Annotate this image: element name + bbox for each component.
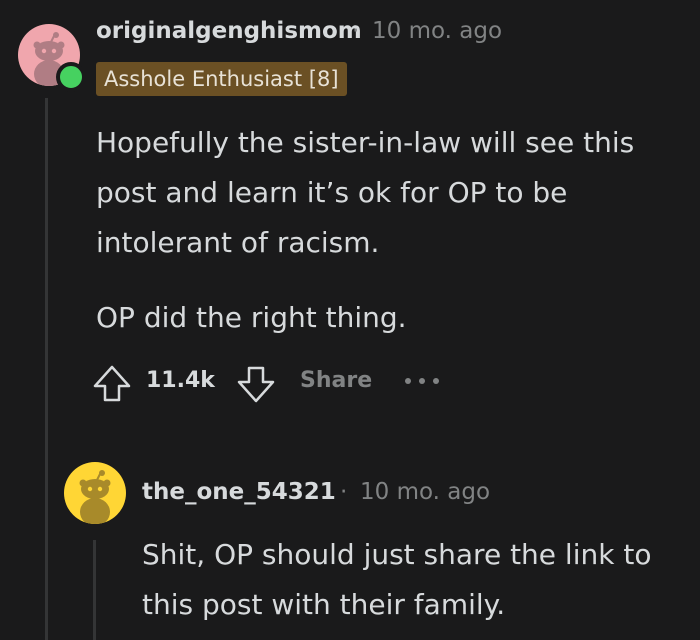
meta-separator: · <box>340 479 348 505</box>
snoo-avatar-icon <box>79 470 111 524</box>
avatar[interactable] <box>64 462 126 524</box>
reply-timestamp[interactable]: 10 mo. ago <box>360 479 490 505</box>
downvote-button[interactable] <box>234 362 278 406</box>
reply-username[interactable]: the_one_54321 <box>142 479 336 505</box>
comment-username[interactable]: originalgenghismom <box>96 18 362 44</box>
upvote-button[interactable] <box>90 362 134 406</box>
share-button[interactable]: Share <box>300 368 372 393</box>
comment-paragraph: Hopefully the sister-in-law will see thi… <box>96 126 635 259</box>
thread-line[interactable] <box>93 540 96 640</box>
online-status-indicator <box>56 62 86 92</box>
comment-body: Hopefully the sister-in-law will see thi… <box>96 118 686 343</box>
more-options-icon <box>405 378 439 384</box>
reply-body: Shit, OP should just share the link to t… <box>142 530 687 630</box>
comment-timestamp[interactable]: 10 mo. ago <box>372 18 502 44</box>
reply-paragraph: Shit, OP should just share the link to t… <box>142 538 652 621</box>
comment-paragraph: OP did the right thing. <box>96 301 407 334</box>
thread-line[interactable] <box>45 98 48 640</box>
upvote-arrow-icon <box>93 365 131 402</box>
user-flair: Asshole Enthusiast [8] <box>96 62 347 96</box>
meta-separator: · <box>352 18 360 44</box>
more-options-button[interactable] <box>400 366 444 396</box>
vote-score: 11.4k <box>146 368 215 393</box>
downvote-arrow-icon <box>237 366 275 403</box>
